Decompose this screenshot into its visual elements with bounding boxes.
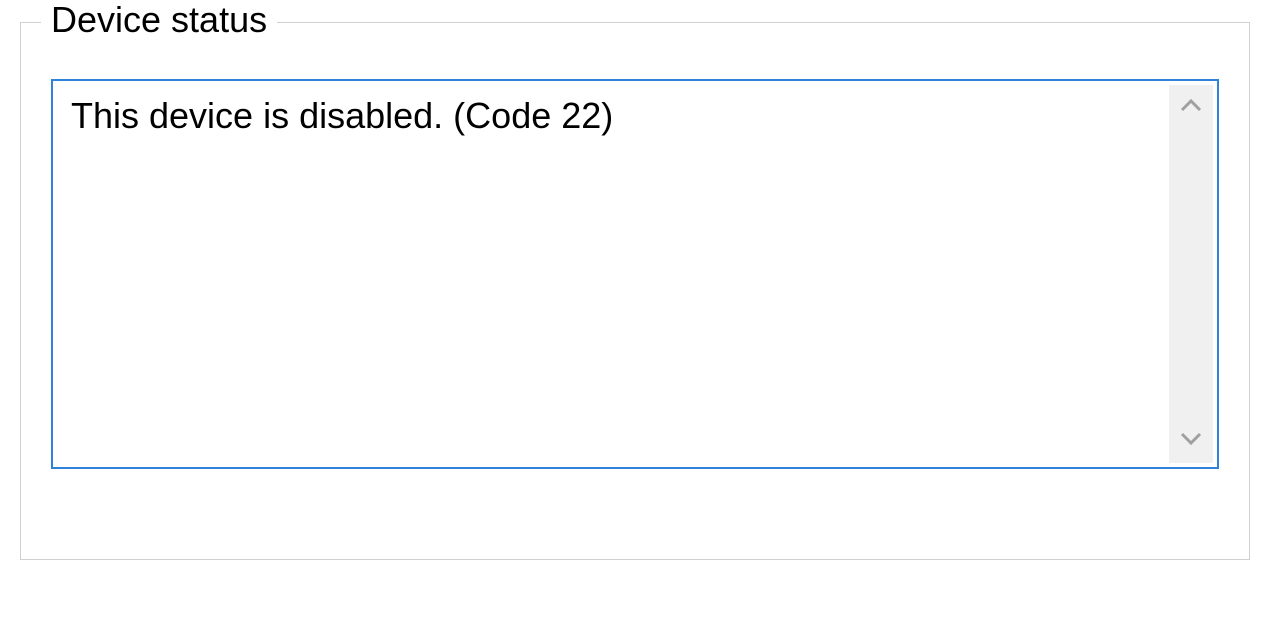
device-status-textbox[interactable]: This device is disabled. (Code 22)	[51, 79, 1219, 469]
device-status-group: Device status This device is disabled. (…	[20, 22, 1250, 560]
chevron-up-icon	[1180, 98, 1202, 117]
chevron-down-icon	[1180, 432, 1202, 451]
scrollbar-vertical[interactable]	[1169, 85, 1213, 463]
device-status-message: This device is disabled. (Code 22)	[53, 81, 1165, 467]
scroll-up-button[interactable]	[1169, 85, 1213, 129]
scroll-down-button[interactable]	[1169, 419, 1213, 463]
device-status-legend: Device status	[41, 0, 277, 41]
